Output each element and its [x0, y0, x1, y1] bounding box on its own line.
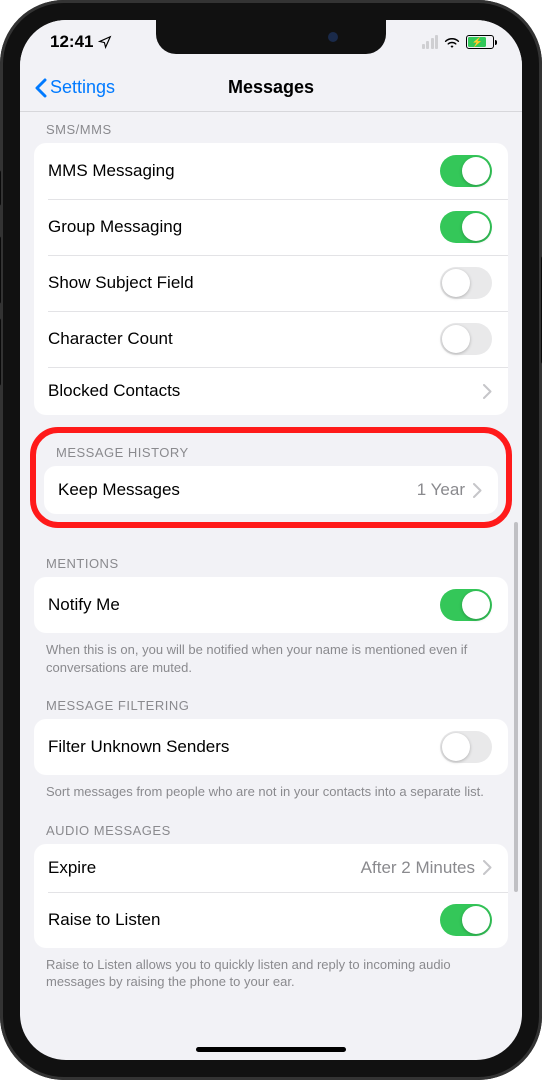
charging-bolt-icon: ⚡: [471, 38, 482, 47]
group-history: Keep Messages 1 Year: [44, 466, 498, 514]
volume-down-button: [0, 318, 1, 386]
volume-up-button: [0, 236, 1, 304]
status-time: 12:41: [50, 32, 93, 52]
toggle-charcount[interactable]: [440, 323, 492, 355]
row-label: MMS Messaging: [48, 161, 175, 181]
chevron-left-icon: [34, 78, 48, 98]
toggle-filter[interactable]: [440, 731, 492, 763]
row-character-count[interactable]: Character Count: [34, 311, 508, 367]
toggle-raise[interactable]: [440, 904, 492, 936]
row-label: Expire: [48, 858, 96, 878]
highlight-message-history: MESSAGE HISTORY Keep Messages 1 Year: [30, 427, 512, 528]
wifi-icon: [443, 35, 461, 49]
location-icon: [98, 35, 112, 49]
toggle-subject[interactable]: [440, 267, 492, 299]
group-audio: Expire After 2 Minutes Raise to Listen: [34, 844, 508, 948]
group-sms: MMS Messaging Group Messaging Show Subje…: [34, 143, 508, 415]
row-label: Notify Me: [48, 595, 120, 615]
row-filter-unknown[interactable]: Filter Unknown Senders: [34, 719, 508, 775]
row-label: Character Count: [48, 329, 173, 349]
toggle-notify[interactable]: [440, 589, 492, 621]
section-header-filtering: MESSAGE FILTERING: [20, 680, 522, 719]
chevron-right-icon: [483, 860, 492, 875]
footer-audio: Raise to Listen allows you to quickly li…: [20, 948, 522, 995]
section-header-mentions: MENTIONS: [20, 528, 522, 577]
cellular-icon: [422, 35, 439, 49]
row-label: Blocked Contacts: [48, 381, 180, 401]
row-label: Keep Messages: [58, 480, 180, 500]
row-group-messaging[interactable]: Group Messaging: [34, 199, 508, 255]
section-header-audio: AUDIO MESSAGES: [20, 805, 522, 844]
screen: 12:41 ⚡: [20, 20, 522, 1060]
row-raise-to-listen[interactable]: Raise to Listen: [34, 892, 508, 948]
row-keep-messages[interactable]: Keep Messages 1 Year: [44, 466, 498, 514]
back-label: Settings: [50, 77, 115, 98]
row-label: Group Messaging: [48, 217, 182, 237]
scroll-indicator[interactable]: [514, 522, 518, 892]
battery-icon: ⚡: [466, 35, 494, 49]
page-title: Messages: [228, 77, 314, 98]
notch: [156, 20, 386, 54]
row-label: Show Subject Field: [48, 273, 194, 293]
group-mentions: Notify Me: [34, 577, 508, 633]
row-label: Raise to Listen: [48, 910, 160, 930]
home-indicator[interactable]: [196, 1047, 346, 1052]
section-header-history: MESSAGE HISTORY: [36, 433, 506, 466]
silence-switch: [0, 170, 1, 206]
chevron-right-icon: [473, 483, 482, 498]
chevron-right-icon: [483, 384, 492, 399]
row-expire[interactable]: Expire After 2 Minutes: [34, 844, 508, 892]
row-blocked-contacts[interactable]: Blocked Contacts: [34, 367, 508, 415]
toggle-mms[interactable]: [440, 155, 492, 187]
phone-frame: 12:41 ⚡: [0, 0, 542, 1080]
nav-bar: Settings Messages: [20, 64, 522, 112]
footer-filtering: Sort messages from people who are not in…: [20, 775, 522, 805]
row-notify-me[interactable]: Notify Me: [34, 577, 508, 633]
row-value: After 2 Minutes: [361, 858, 475, 878]
row-mms-messaging[interactable]: MMS Messaging: [34, 143, 508, 199]
row-show-subject[interactable]: Show Subject Field: [34, 255, 508, 311]
group-filtering: Filter Unknown Senders: [34, 719, 508, 775]
section-header-sms: SMS/MMS: [20, 112, 522, 143]
toggle-group[interactable]: [440, 211, 492, 243]
row-value: 1 Year: [417, 480, 465, 500]
back-button[interactable]: Settings: [34, 77, 115, 98]
footer-mentions: When this is on, you will be notified wh…: [20, 633, 522, 680]
settings-content[interactable]: SMS/MMS MMS Messaging Group Messaging Sh…: [20, 112, 522, 1060]
row-label: Filter Unknown Senders: [48, 737, 229, 757]
